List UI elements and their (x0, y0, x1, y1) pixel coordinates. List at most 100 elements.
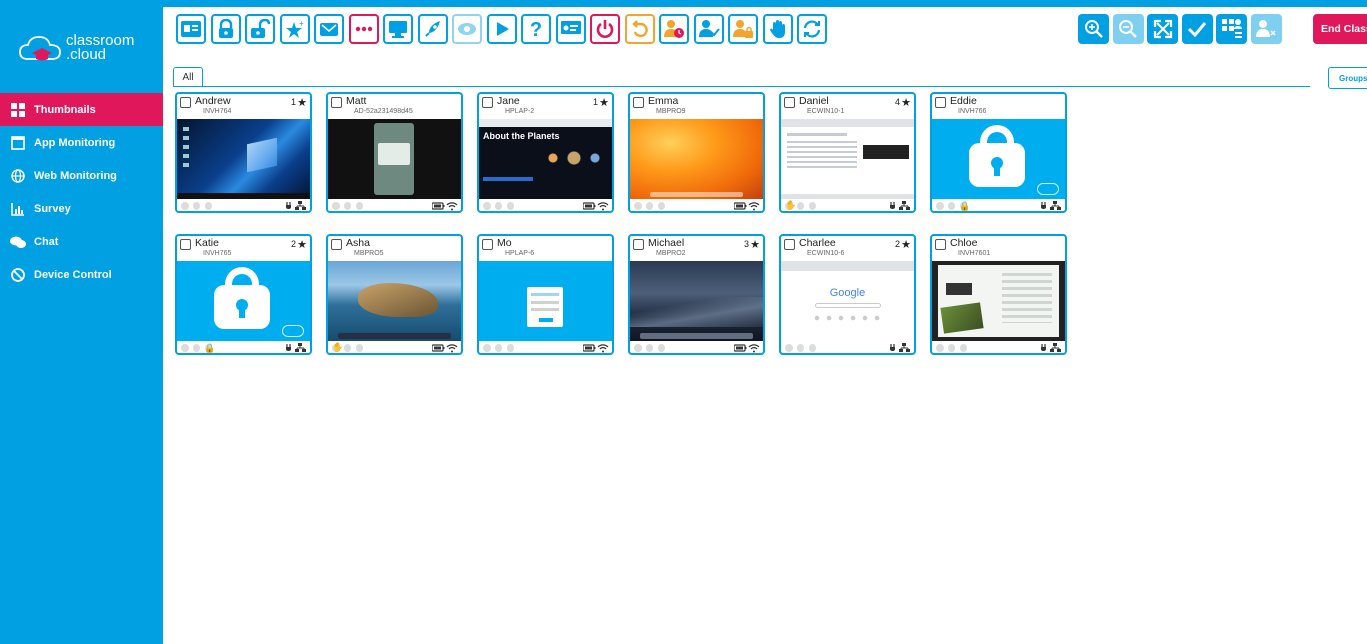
student-checkbox[interactable] (180, 97, 191, 108)
star-count: 4 (894, 97, 900, 107)
zoom-in-icon (1084, 19, 1104, 39)
grid-user-icon (1221, 18, 1243, 40)
present-button[interactable] (555, 14, 586, 44)
power-network-icon (1040, 342, 1062, 353)
svg-text:?: ? (530, 19, 542, 39)
device-name: INVH764 (203, 108, 232, 115)
star-icon: ★ (297, 239, 307, 251)
tab-all[interactable]: All (173, 67, 203, 87)
more-button[interactable] (348, 14, 379, 44)
groups-button[interactable]: Groups (1328, 67, 1367, 89)
student-name: Asha (346, 237, 370, 249)
refresh-button[interactable] (797, 14, 827, 44)
student-card[interactable]: Jane HPLAP-2 1 ★ About the Planets (477, 92, 614, 213)
sidebar-item-survey[interactable]: Survey (0, 192, 163, 225)
play-button[interactable] (486, 14, 517, 44)
zoom-out-button[interactable] (1112, 14, 1144, 44)
help-icon: ? (528, 19, 544, 39)
star-icon: ★ (599, 97, 609, 109)
rocket-button[interactable] (417, 14, 448, 44)
power-network-icon (889, 200, 911, 211)
power-icon (595, 19, 615, 39)
id-card-button[interactable] (176, 14, 206, 44)
user-lock-button[interactable] (728, 14, 758, 44)
grid-user-button[interactable] (1216, 14, 1247, 44)
user-time-button[interactable] (659, 14, 689, 44)
student-checkbox[interactable] (935, 97, 946, 108)
student-checkbox[interactable] (331, 97, 342, 108)
google-logo: Google (829, 287, 866, 299)
star-button[interactable]: + (279, 14, 310, 44)
user-x-button[interactable] (1250, 14, 1282, 44)
sidebar-item-thumbnails[interactable]: Thumbnails (0, 93, 163, 126)
student-checkbox[interactable] (482, 239, 493, 250)
mail-button[interactable] (314, 14, 344, 44)
student-checkbox[interactable] (482, 97, 493, 108)
screen-thumbnail[interactable] (932, 261, 1065, 341)
screen-thumbnail[interactable] (328, 261, 461, 341)
monitor-button[interactable] (383, 14, 413, 44)
hand-button[interactable] (762, 14, 793, 44)
sidebar-item-chat[interactable]: Chat (0, 225, 163, 258)
screen-thumbnail[interactable] (781, 119, 914, 199)
sidebar-item-web-monitoring[interactable]: Web Monitoring (0, 159, 163, 192)
screen-thumbnail[interactable] (630, 119, 763, 199)
user-check-button[interactable] (693, 14, 724, 44)
power-button[interactable] (590, 14, 620, 44)
student-checkbox[interactable] (784, 97, 795, 108)
end-class-button[interactable]: End Class (1313, 14, 1367, 44)
student-card[interactable]: Eddie INVH766 🔒 (930, 92, 1067, 213)
screen-thumbnail[interactable] (479, 261, 612, 341)
student-name: Jane (497, 95, 520, 107)
bar-chart-icon (10, 201, 26, 217)
student-card[interactable]: Katie INVH765 2 ★ 🔒 (175, 234, 312, 355)
play-icon (494, 20, 510, 38)
screen-thumbnail[interactable] (932, 119, 1065, 199)
student-checkbox[interactable] (331, 239, 342, 250)
device-name: ECWIN10-6 (807, 250, 845, 257)
student-checkbox[interactable] (935, 239, 946, 250)
expand-button[interactable] (1147, 14, 1178, 44)
screen-thumbnail[interactable] (177, 261, 310, 341)
device-name: ECWIN10-1 (807, 108, 845, 115)
help-button[interactable]: ? (521, 14, 551, 44)
star-count: 1 (290, 97, 296, 107)
student-card[interactable]: Andrew INVH764 1 ★ (175, 92, 312, 213)
power-network-icon (1040, 200, 1062, 211)
screen-thumbnail[interactable]: About the Planets (479, 119, 612, 199)
lock-button[interactable] (210, 14, 241, 44)
screen-thumbnail[interactable] (630, 261, 763, 341)
screen-title: About the Planets (483, 131, 560, 141)
card-header: Asha MBPRO5 (328, 236, 461, 261)
device-name: HPLAP-6 (505, 250, 535, 257)
student-checkbox[interactable] (633, 239, 644, 250)
screen-thumbnail[interactable] (177, 119, 310, 199)
screen-thumbnail[interactable]: Google (781, 261, 914, 341)
student-checkbox[interactable] (180, 239, 191, 250)
zoom-in-button[interactable] (1078, 14, 1109, 44)
student-checkbox[interactable] (784, 239, 795, 250)
student-card[interactable]: Mo HPLAP-6 (477, 234, 614, 355)
sidebar-item-device-control[interactable]: Device Control (0, 258, 163, 291)
cloud-icon (282, 325, 304, 337)
user-lock-icon (732, 19, 754, 39)
student-card[interactable]: Daniel ECWIN10-1 4 ★ ✋ (779, 92, 916, 213)
student-card[interactable]: Matt AD-52a231498d45 (326, 92, 463, 213)
student-card[interactable]: Charlee ECWIN10-6 2 ★ Google (779, 234, 916, 355)
screen-thumbnail[interactable] (328, 119, 461, 199)
student-card[interactable]: Chloe INVH7601 (930, 234, 1067, 355)
sidebar-item-app-monitoring[interactable]: App Monitoring (0, 126, 163, 159)
zoom-out-icon (1118, 19, 1138, 39)
student-card[interactable]: Asha MBPRO5 ✋ (326, 234, 463, 355)
undo-button[interactable] (624, 14, 655, 44)
star-icon: + (285, 19, 305, 39)
card-footer: ✋ (781, 199, 914, 211)
eye-button[interactable] (452, 14, 482, 44)
battery-wifi-icon (432, 342, 458, 353)
check-button[interactable] (1181, 14, 1213, 44)
student-card[interactable]: Emma MBPRO9 (628, 92, 765, 213)
unlock-button[interactable] (245, 14, 275, 44)
brand-logo[interactable]: classroom .cloud (18, 31, 138, 65)
student-card[interactable]: Michael MBPRO2 3 ★ (628, 234, 765, 355)
student-checkbox[interactable] (633, 97, 644, 108)
